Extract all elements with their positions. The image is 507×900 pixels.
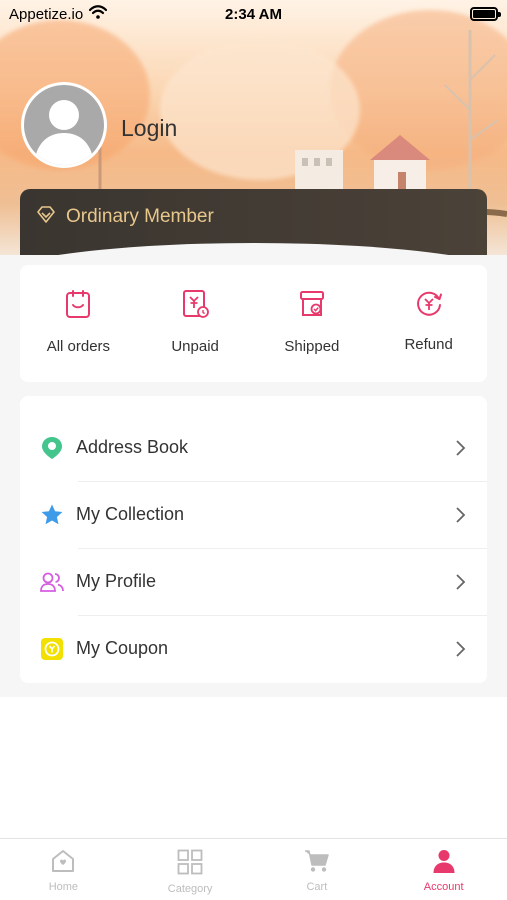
order-all-orders[interactable]: All orders <box>20 265 137 382</box>
wifi-icon <box>89 5 108 23</box>
menu-item-my-profile[interactable]: My Profile <box>20 548 487 615</box>
carrier-label: Appetize.io <box>9 5 84 23</box>
member-level-label: Ordinary Member <box>66 206 214 227</box>
orders-card: All orders Unpaid Shipped Refund <box>20 265 487 382</box>
chevron-right-icon <box>453 506 467 524</box>
menu-item-label: My Profile <box>76 571 157 591</box>
menu-item-label: My Collection <box>76 504 185 524</box>
cart-icon <box>304 849 330 878</box>
order-unpaid[interactable]: Unpaid <box>137 265 254 382</box>
menu-item-label: Address Book <box>76 437 189 457</box>
menu-card: Address Book My Collection My Profile My… <box>20 396 487 683</box>
order-refund[interactable]: Refund <box>370 265 487 382</box>
location-pin-icon <box>40 436 64 460</box>
tab-label: Category <box>167 883 213 895</box>
menu-item-label: My Coupon <box>76 638 169 658</box>
login-link[interactable]: Login <box>121 115 177 142</box>
order-shipped[interactable]: Shipped <box>254 265 371 382</box>
person-icon <box>432 849 456 878</box>
coupon-icon <box>40 637 64 661</box>
people-icon <box>40 570 64 594</box>
home-icon <box>50 849 76 878</box>
tab-bar: Home Category Cart Account <box>0 838 507 900</box>
menu-item-address-book[interactable]: Address Book <box>20 414 487 481</box>
tab-label: Account <box>423 881 464 893</box>
status-bar: Appetize.io 2:34 AM <box>0 0 507 28</box>
tab-label: Cart <box>306 881 328 893</box>
box-check-icon <box>298 289 326 324</box>
grid-icon <box>177 849 203 880</box>
default-avatar-icon <box>24 85 104 165</box>
order-label: Refund <box>404 336 453 353</box>
account-screen: Login Ordinary Member Appetize.io 2:34 A… <box>0 0 507 900</box>
tab-cart[interactable]: Cart <box>254 839 381 900</box>
tab-label: Home <box>48 881 79 893</box>
star-icon <box>40 503 64 527</box>
chevron-right-icon <box>453 439 467 457</box>
diamond-icon <box>36 206 56 229</box>
empty-content-area <box>0 697 507 839</box>
tab-account[interactable]: Account <box>380 839 507 900</box>
battery-icon <box>470 7 501 21</box>
order-label: Unpaid <box>171 338 219 355</box>
order-label: Shipped <box>284 338 340 355</box>
yen-refund-icon <box>414 289 444 324</box>
chevron-right-icon <box>453 640 467 658</box>
clipboard-icon <box>64 289 92 324</box>
order-label: All orders <box>46 338 111 355</box>
tab-category[interactable]: Category <box>127 839 254 900</box>
menu-item-my-coupon[interactable]: My Coupon <box>20 615 487 682</box>
profile-header: Login Ordinary Member <box>0 0 507 255</box>
yen-bill-icon <box>181 289 210 324</box>
tab-home[interactable]: Home <box>0 839 127 900</box>
avatar[interactable] <box>21 82 107 168</box>
chevron-right-icon <box>453 573 467 591</box>
menu-item-my-collection[interactable]: My Collection <box>20 481 487 548</box>
